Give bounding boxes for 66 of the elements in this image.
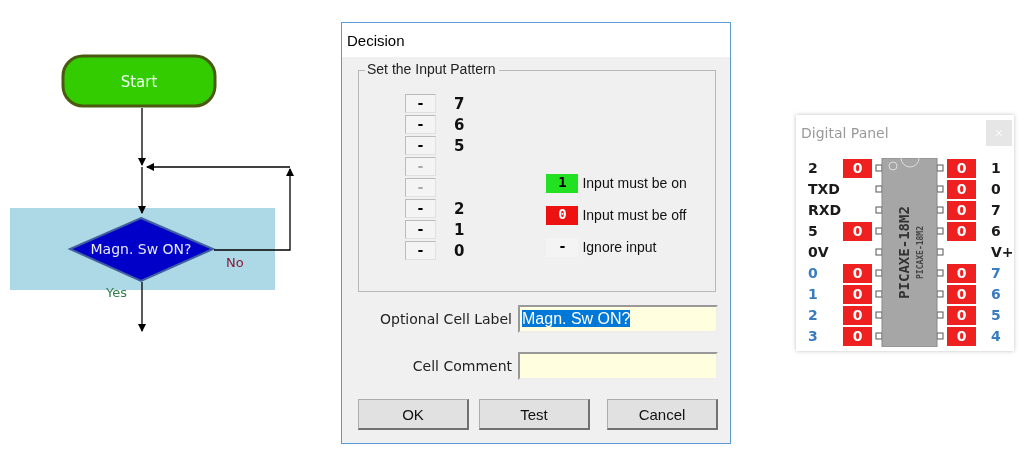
pin-number: 5 (454, 136, 465, 155)
decision-diamond[interactable]: Magn. Sw ON? (67, 216, 216, 283)
pin-label: 5 (808, 222, 819, 241)
close-icon (996, 130, 1002, 136)
legend-swatch: 0 (546, 205, 579, 225)
pin-number: 0 (454, 241, 465, 260)
pin-label: 1 (990, 159, 1002, 178)
pin-state[interactable]: 0 (947, 222, 976, 241)
input-toggle[interactable]: - (405, 241, 436, 260)
pin-label: 0 (990, 180, 1002, 199)
chip-drawing: PICAXE-18M2 PICAXE-18M2 (875, 158, 944, 347)
dialog-button[interactable]: Cancel (607, 399, 718, 430)
pin-label: 5 (990, 306, 1002, 325)
legend-text: Input must be on (582, 175, 687, 191)
legend-text: Ignore input (582, 239, 657, 255)
pin-state[interactable]: 0 (947, 180, 976, 199)
pin-label: RXD (808, 201, 840, 220)
pin-label: 2 (808, 159, 819, 178)
pin-state[interactable]: 0 (947, 327, 976, 346)
pin-label: 7 (990, 264, 1002, 283)
dialog-button[interactable]: OK (358, 399, 469, 430)
pin-state[interactable]: 0 (947, 306, 976, 325)
pin-number: 6 (454, 115, 465, 134)
input-toggle[interactable]: - (405, 199, 436, 218)
input-toggle[interactable]: - (405, 136, 436, 155)
input-field[interactable] (518, 352, 718, 380)
pin-state[interactable]: 0 (843, 222, 872, 241)
group-title: Set the Input Pattern (365, 61, 500, 77)
input-toggle[interactable]: - (405, 115, 436, 134)
window-title: Decision (342, 23, 730, 57)
input-toggle[interactable]: - (405, 94, 436, 113)
pin-label: 6 (990, 285, 1002, 304)
pin-label: V+ (990, 243, 1014, 262)
legend-swatch: 1 (546, 173, 579, 193)
field-label: Optional Cell Label (378, 311, 512, 327)
pin-number: 7 (454, 94, 465, 113)
no-label: No (226, 255, 244, 270)
pin-state[interactable]: 0 (843, 327, 872, 346)
pin-state[interactable]: 0 (843, 264, 872, 283)
pin-state[interactable]: 0 (947, 201, 976, 220)
connector-arrow (138, 281, 146, 332)
yes-label: Yes (106, 285, 127, 300)
field-label: Cell Comment (411, 358, 512, 374)
input-field[interactable]: Magn. Sw ON? (518, 305, 718, 333)
pin-label: 0 (808, 264, 819, 283)
pin-state[interactable]: 0 (947, 159, 976, 178)
legend-text: Input must be off (582, 207, 687, 223)
pin-label: 0V (808, 243, 830, 262)
pin-label: 7 (990, 201, 1002, 220)
legend-swatch: - (546, 237, 579, 257)
pin-state[interactable]: 0 (947, 264, 976, 283)
pin-label: 4 (990, 327, 1002, 346)
pin-state[interactable]: 0 (843, 159, 872, 178)
pin-state[interactable]: 0 (947, 285, 976, 304)
pin-label: 1 (808, 285, 819, 304)
pin-label: 3 (808, 327, 819, 346)
pin-number: 2 (454, 199, 465, 218)
pin-label: 6 (990, 222, 1002, 241)
input-toggle[interactable]: - (405, 220, 436, 239)
pin-state[interactable]: 0 (843, 285, 872, 304)
pin-label: 2 (808, 306, 819, 325)
pin-state[interactable]: 0 (843, 306, 872, 325)
pin-number: 1 (454, 220, 465, 239)
panel-title: Digital Panel (801, 125, 889, 141)
dialog-button[interactable]: Test (479, 399, 590, 430)
pin-label: TXD (808, 180, 840, 199)
